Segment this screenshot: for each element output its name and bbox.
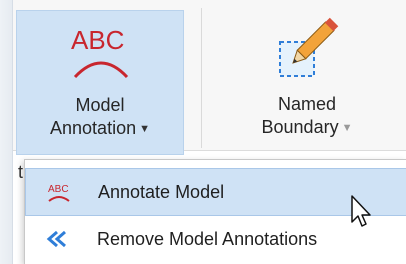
model-annotation-label-line2: Annotation ▼ [17,117,183,140]
menu-item-label: Remove Model Annotations [97,229,318,249]
window-edge [0,0,13,264]
menu-item-label: Annotate Model [98,182,225,202]
named-boundary-button[interactable]: Named Boundary ▼ [232,10,382,148]
ribbon-divider [201,8,202,148]
model-annotation-icon: ABC [71,25,129,79]
model-annotation-label-line1: Model [75,95,125,115]
named-boundary-label-line2: Boundary ▼ [232,116,382,139]
annotation-dropdown-menu: ABC Annotate Model Remove Model Annotati… [24,159,406,264]
named-boundary-label-text: Boundary [261,117,339,137]
menu-item-annotate-model[interactable]: ABC Annotate Model [25,168,406,216]
dropdown-arrow-icon[interactable]: ▼ [342,122,353,134]
mouse-cursor-icon [351,195,371,227]
remove-annotations-icon [46,230,66,248]
menu-item-remove-model-annotations[interactable]: Remove Model Annotations [25,216,406,264]
partial-text-fragment: t [18,162,24,182]
named-boundary-label-line1: Named [277,94,337,114]
named-boundary-icon [279,17,339,77]
abc-icon-text: ABC [71,25,124,55]
svg-text:ABC: ABC [48,184,69,195]
model-annotation-button[interactable]: ABC Model Annotation ▼ [16,10,184,155]
dropdown-arrow-icon[interactable]: ▼ [139,123,150,135]
model-annotation-label-text: Annotation [50,118,137,138]
annotate-abc-icon: ABC [48,184,70,202]
